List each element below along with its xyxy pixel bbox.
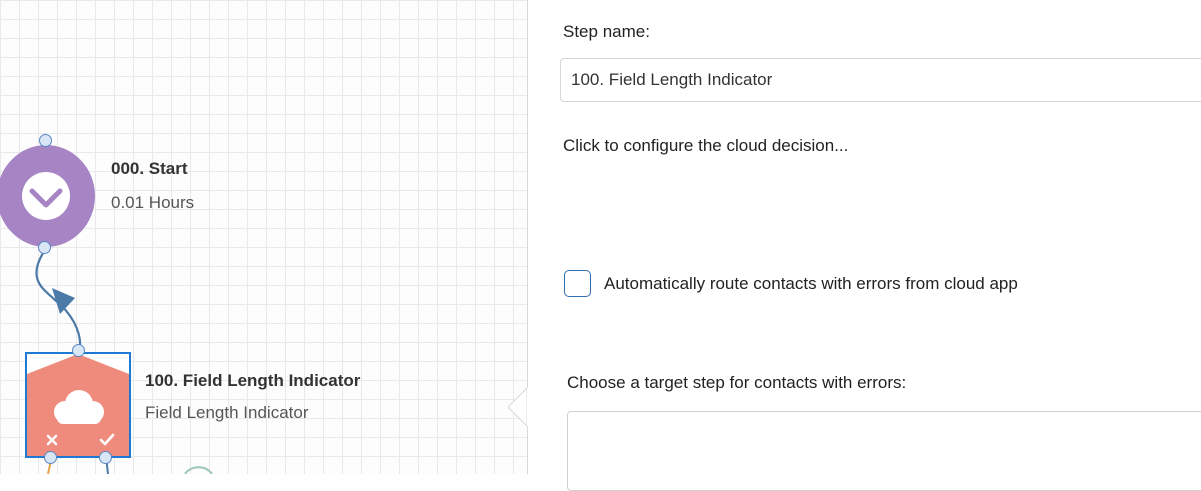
- panel-pointer: [508, 388, 546, 426]
- decision-input-handle[interactable]: [72, 344, 85, 357]
- configure-cloud-decision-link[interactable]: Click to configure the cloud decision...: [563, 136, 848, 156]
- start-node[interactable]: [0, 145, 95, 247]
- start-output-handle[interactable]: [38, 241, 51, 254]
- next-node-edge: [184, 466, 213, 474]
- target-step-label: Choose a target step for contacts with e…: [567, 373, 907, 392]
- decision-node-shape: [27, 354, 129, 456]
- flow-canvas[interactable]: 000. Start 0.01 Hours 100. Field Length …: [0, 0, 527, 474]
- decision-node-title: 100. Field Length Indicator: [145, 371, 361, 390]
- decision-node-subtitle: Field Length Indicator: [145, 403, 309, 422]
- auto-route-errors-label[interactable]: Automatically route contacts with errors…: [604, 274, 1018, 294]
- target-step-field[interactable]: [567, 411, 1201, 491]
- step-name-label: Step name:: [563, 22, 650, 41]
- clock-icon: [22, 172, 70, 220]
- decision-success-handle[interactable]: [99, 451, 112, 464]
- decision-error-handle[interactable]: [44, 451, 57, 464]
- step-name-input[interactable]: 100. Field Length Indicator: [560, 58, 1201, 102]
- decision-node[interactable]: [25, 352, 131, 458]
- start-input-handle[interactable]: [39, 134, 52, 147]
- start-node-title: 000. Start: [111, 159, 188, 178]
- start-node-subtitle: 0.01 Hours: [111, 193, 195, 212]
- auto-route-errors-checkbox[interactable]: [564, 270, 591, 297]
